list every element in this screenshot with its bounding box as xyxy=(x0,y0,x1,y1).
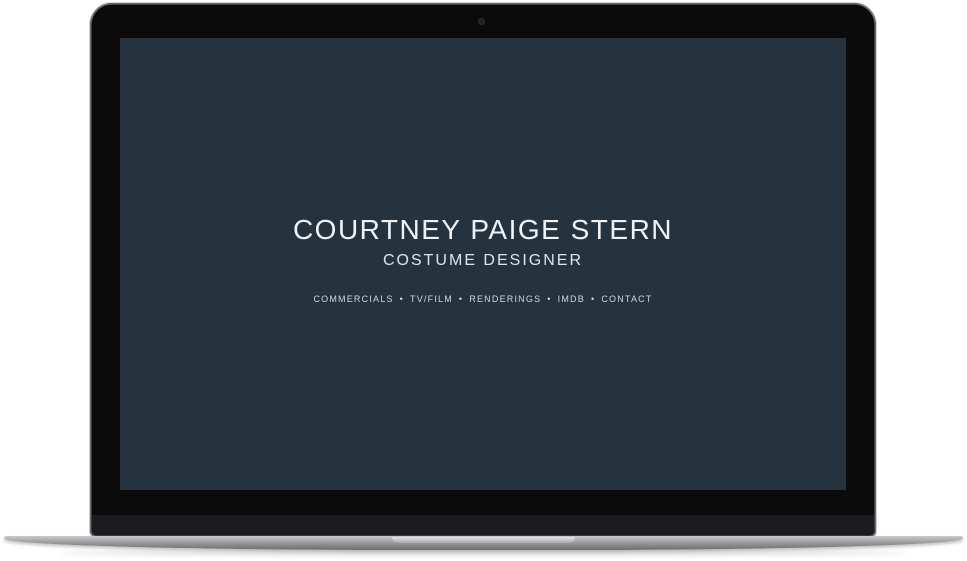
nav-separator: • xyxy=(547,294,552,304)
webcam-icon xyxy=(479,19,484,24)
laptop-mockup: COURTNEY PAIGE STERN COSTUME DESIGNER CO… xyxy=(0,0,967,561)
website-screen: COURTNEY PAIGE STERN COSTUME DESIGNER CO… xyxy=(120,38,846,490)
nav-link-contact[interactable]: CONTACT xyxy=(601,294,652,304)
nav-separator: • xyxy=(399,294,405,304)
laptop-shadow xyxy=(60,550,907,556)
nav-separator: • xyxy=(458,294,464,304)
site-subtitle: COSTUME DESIGNER xyxy=(382,252,583,269)
nav-link-commercials[interactable]: COMMERCIALS xyxy=(313,294,393,304)
nav-separator: • xyxy=(590,294,596,304)
laptop-opening-notch xyxy=(392,537,575,543)
main-nav: COMMERCIALS • TV/FILM • RENDERINGS • IMDB • CONT… xyxy=(120,294,846,304)
nav-link-imdb[interactable]: IMDB xyxy=(558,294,585,304)
site-title: COURTNEY PAIGE STERN xyxy=(292,214,674,245)
laptop-bottom-bezel xyxy=(92,515,874,535)
nav-link-renderings[interactable]: RENDERINGS xyxy=(469,294,541,304)
nav-link-tv-film[interactable]: TV/FILM xyxy=(410,294,453,304)
